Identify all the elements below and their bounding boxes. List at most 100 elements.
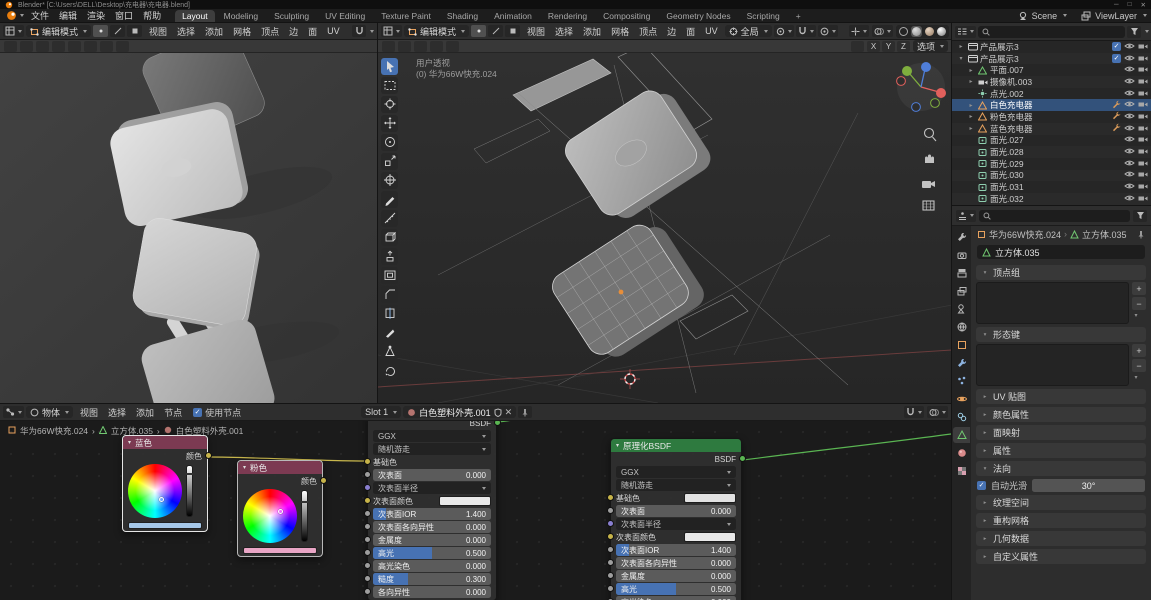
add-item-button[interactable]: + bbox=[1132, 282, 1146, 295]
collection-checkbox[interactable]: ✓ bbox=[1112, 54, 1121, 64]
specials-menu-icon[interactable]: ▾ bbox=[1132, 374, 1140, 381]
tool-setting-icon[interactable] bbox=[382, 40, 395, 52]
viewport-menu-item[interactable]: 边 bbox=[662, 25, 681, 38]
edge-select-toggle[interactable] bbox=[488, 25, 504, 37]
transform-tool-button[interactable] bbox=[381, 172, 398, 189]
snap-magnet-button[interactable] bbox=[795, 25, 816, 37]
data-name-field[interactable]: 立方体.035 bbox=[977, 245, 1145, 259]
section-header-6[interactable]: ▾ 法向 bbox=[976, 461, 1146, 476]
remove-item-button[interactable]: − bbox=[1132, 297, 1146, 310]
editor-type-button[interactable] bbox=[955, 25, 976, 38]
disable-render-camera-icon[interactable] bbox=[1138, 147, 1148, 157]
workspace-tab[interactable]: Geometry Nodes bbox=[659, 10, 737, 22]
value-slider[interactable] bbox=[301, 490, 308, 542]
smooth-angle-field[interactable]: 30° bbox=[1032, 479, 1145, 492]
hide-viewport-eye-icon[interactable] bbox=[1124, 170, 1135, 180]
viewlayer-dropdown-caret[interactable] bbox=[1143, 14, 1147, 17]
breadcrumb-item[interactable]: 华为66W快充.024 bbox=[20, 425, 88, 437]
scene-selector[interactable]: Scene bbox=[1032, 11, 1058, 21]
hide-viewport-eye-icon[interactable] bbox=[1124, 159, 1135, 169]
properties-tab-material[interactable] bbox=[953, 445, 970, 461]
input-socket[interactable] bbox=[363, 471, 371, 478]
measure-tool-button[interactable] bbox=[381, 210, 398, 227]
node-slider-field[interactable]: 高光染色0.000 bbox=[616, 596, 736, 600]
disable-render-camera-icon[interactable] bbox=[1138, 194, 1148, 204]
overlays-button[interactable] bbox=[927, 406, 948, 418]
unlink-material-icon[interactable]: ✕ bbox=[505, 407, 513, 418]
hide-viewport-eye-icon[interactable] bbox=[1124, 147, 1135, 157]
tool-setting-icon[interactable] bbox=[398, 40, 411, 52]
outliner-row[interactable]: ▸ 产品展示3 ✓ bbox=[952, 41, 1151, 53]
node-slider-field[interactable]: 各向异性 0.000 bbox=[373, 586, 491, 598]
auto-smooth-checkbox[interactable]: ✓ bbox=[977, 481, 986, 490]
workspace-tab[interactable]: UV Editing bbox=[318, 10, 372, 22]
node-enum-field[interactable]: 次表面半径 bbox=[373, 482, 491, 494]
collection-checkbox[interactable]: ✓ bbox=[1112, 42, 1121, 52]
pin-icon[interactable] bbox=[1137, 230, 1145, 239]
node-slider-field[interactable]: 高光 0.500 bbox=[373, 547, 491, 559]
outliner-row[interactable]: ▸ 平面.007 bbox=[952, 64, 1151, 76]
workspace-tab[interactable]: Rendering bbox=[541, 10, 594, 22]
vertex-select-toggle[interactable] bbox=[471, 25, 487, 37]
expand-toggle-icon[interactable]: ▸ bbox=[967, 102, 975, 109]
disable-render-camera-icon[interactable] bbox=[1138, 135, 1148, 145]
node-slider-field[interactable]: 糙度 0.300 bbox=[373, 573, 491, 585]
section-header-1[interactable]: ▾ 形态键 bbox=[976, 327, 1146, 342]
node-slider-field[interactable]: 次表面各向异性 0.000 bbox=[616, 557, 736, 569]
mirror-axis-toggle[interactable]: Z bbox=[896, 40, 910, 52]
snap-magnet-button[interactable] bbox=[352, 25, 366, 37]
topbar-menu-item[interactable]: 渲染 bbox=[82, 9, 110, 22]
input-socket[interactable] bbox=[363, 575, 371, 582]
remove-item-button[interactable]: − bbox=[1132, 359, 1146, 372]
topbar-menu-item[interactable]: 帮助 bbox=[138, 9, 166, 22]
section-header-7[interactable]: ▸ 纹理空间 bbox=[976, 495, 1146, 510]
section-expand-icon[interactable]: ▸ bbox=[981, 448, 989, 454]
inset-faces-tool-button[interactable] bbox=[381, 267, 398, 284]
color-input-swatch[interactable] bbox=[684, 493, 736, 503]
workspace-tab[interactable]: Scripting bbox=[740, 10, 787, 22]
disable-render-camera-icon[interactable] bbox=[1138, 159, 1148, 169]
scene-dropdown-caret[interactable] bbox=[1063, 14, 1068, 17]
principled-bsdf-node[interactable]: ▾ 原理化BSDF BSDF GGX 随机游走 基础色 次表面 0.000 次表面半径 次表面… bbox=[606, 438, 746, 600]
color-input-swatch[interactable] bbox=[439, 496, 491, 506]
node-slider-field[interactable]: 金属度 0.000 bbox=[616, 570, 736, 582]
input-socket[interactable] bbox=[363, 562, 371, 569]
hide-viewport-eye-icon[interactable] bbox=[1124, 182, 1135, 192]
properties-tab-scene[interactable] bbox=[953, 301, 970, 317]
input-socket[interactable] bbox=[363, 523, 371, 530]
move-tool-button[interactable] bbox=[381, 115, 398, 132]
input-socket[interactable] bbox=[606, 585, 614, 592]
properties-tab-texture[interactable] bbox=[953, 463, 970, 479]
transform-orientation-dropdown[interactable]: 全局 bbox=[724, 25, 772, 37]
specials-menu-icon[interactable]: ▾ bbox=[1132, 312, 1140, 319]
editor-type-button[interactable] bbox=[3, 406, 24, 418]
properties-tab-modifiers[interactable] bbox=[953, 355, 970, 371]
input-socket[interactable] bbox=[606, 546, 614, 553]
properties-tab-physics[interactable] bbox=[953, 391, 970, 407]
section-expand-icon[interactable]: ▾ bbox=[981, 270, 989, 276]
section-expand-icon[interactable]: ▸ bbox=[981, 394, 989, 400]
input-socket[interactable] bbox=[606, 572, 614, 579]
outliner-row[interactable]: ▸ 粉色充电器 bbox=[952, 111, 1151, 123]
filter-dropdown-caret[interactable] bbox=[1145, 30, 1149, 33]
node-slider-field[interactable]: 高光 0.500 bbox=[616, 583, 736, 595]
maximize-button[interactable]: □ bbox=[1128, 1, 1132, 9]
outliner-row[interactable]: 面光.028 bbox=[952, 146, 1151, 158]
workspace-tab[interactable]: Compositing bbox=[596, 10, 657, 22]
outliner-row[interactable]: ▸ 摄像机.003 bbox=[952, 76, 1151, 88]
node-slider-field[interactable]: 次表面IOR 1.400 bbox=[373, 508, 491, 520]
hide-viewport-eye-icon[interactable] bbox=[1124, 54, 1135, 64]
bsdf-output-socket[interactable] bbox=[493, 421, 501, 426]
input-socket[interactable] bbox=[363, 484, 371, 491]
tool-setting-icon[interactable] bbox=[100, 40, 113, 52]
value-slider[interactable] bbox=[186, 465, 193, 517]
edge-select-toggle[interactable] bbox=[110, 25, 126, 37]
tool-setting-icon[interactable] bbox=[84, 40, 97, 52]
hide-viewport-eye-icon[interactable] bbox=[1124, 42, 1135, 52]
outliner-row[interactable]: 点光.002 bbox=[952, 88, 1151, 100]
workspace-tab[interactable]: Texture Paint bbox=[374, 10, 438, 22]
disable-render-camera-icon[interactable] bbox=[1138, 124, 1148, 134]
collapse-icon[interactable]: ▾ bbox=[243, 464, 246, 471]
viewport-menu-item[interactable]: 选择 bbox=[172, 25, 200, 38]
viewport-menu-item[interactable]: 添加 bbox=[200, 25, 228, 38]
